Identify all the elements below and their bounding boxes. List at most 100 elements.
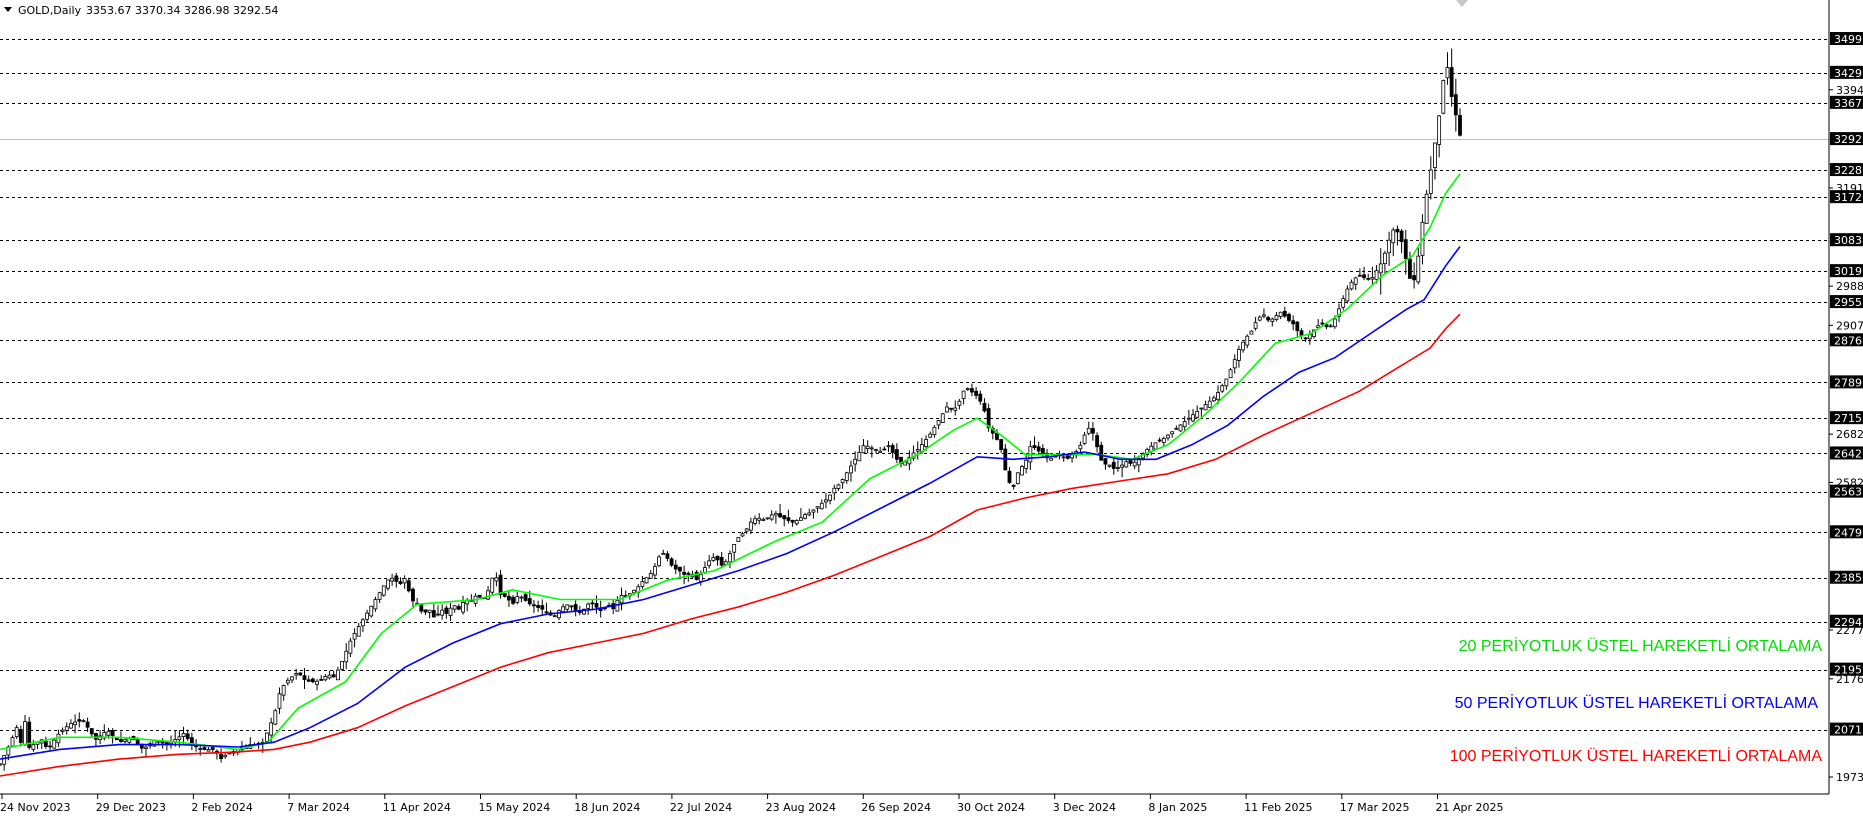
candle-body-217 — [903, 461, 908, 466]
candle-body-29 — [119, 739, 123, 742]
candle-body-267 — [1111, 461, 1116, 469]
candle-body-96 — [398, 581, 403, 584]
candle-body-135 — [561, 606, 566, 612]
time-tick-9: 26 Sep 2024 — [861, 801, 931, 814]
candle-body-228 — [949, 407, 953, 410]
candle-body-176 — [732, 543, 737, 553]
candle-body-265 — [1103, 458, 1108, 465]
candle-body-264 — [1099, 444, 1104, 461]
candle-body-272 — [1132, 461, 1137, 467]
candle-body-64 — [265, 732, 269, 742]
candle-body-282 — [1174, 427, 1179, 430]
candle-body-214 — [890, 445, 895, 453]
candle-body-347 — [1445, 67, 1450, 79]
candle-body-202 — [840, 479, 845, 484]
candle-body-83 — [344, 650, 349, 663]
candle-body-71 — [294, 673, 299, 676]
candle-body-81 — [335, 669, 340, 681]
candle-body-310 — [1291, 320, 1296, 325]
candle-body-13 — [52, 739, 57, 749]
candle-body-195 — [811, 509, 816, 513]
candle-body-299 — [1245, 335, 1250, 346]
candle-body-69 — [285, 679, 290, 684]
candle-body-329 — [1370, 277, 1375, 280]
candle-body-170 — [707, 560, 712, 566]
candle-body-138 — [573, 604, 578, 612]
candle-body-277 — [1153, 442, 1158, 450]
candle-body-70 — [290, 676, 294, 681]
candle-body-297 — [1237, 349, 1241, 361]
candle-body-314 — [1307, 334, 1312, 340]
candle-body-95 — [394, 575, 399, 582]
candle-body-22 — [89, 728, 94, 735]
price-tag-19: 2563 — [1834, 486, 1862, 499]
candle-body-129 — [536, 605, 541, 608]
candle-body-152 — [632, 589, 636, 594]
candle-body-19 — [77, 719, 82, 722]
candle-body-279 — [1161, 438, 1166, 443]
candle-body-158 — [657, 556, 661, 567]
candle-body-278 — [1157, 439, 1162, 442]
candle-body-320 — [1332, 318, 1337, 328]
candle-body-302 — [1257, 316, 1262, 321]
candle-body-98 — [406, 580, 411, 592]
candle-body-122 — [507, 595, 511, 601]
candle-body-270 — [1124, 461, 1129, 468]
candle-body-255 — [1061, 456, 1066, 459]
candle-body-317 — [1320, 322, 1325, 325]
candle-body-110 — [456, 606, 461, 610]
candle-body-184 — [765, 517, 770, 520]
price-chart[interactable]: 3499342933943367329232283191317230833019… — [0, 0, 1863, 818]
candle-body-89 — [369, 605, 374, 617]
candle-body-287 — [1195, 410, 1200, 418]
candle-body-312 — [1299, 330, 1304, 336]
candle-body-348 — [1449, 67, 1454, 97]
candle-body-330 — [1374, 270, 1379, 280]
candle-body-263 — [1095, 435, 1099, 448]
candle-body-191 — [794, 520, 799, 525]
time-tick-11: 3 Dec 2024 — [1053, 801, 1116, 814]
candle-body-300 — [1249, 330, 1254, 335]
candle-body-305 — [1270, 318, 1275, 322]
candle-body-93 — [386, 579, 390, 589]
price-tick-25: 2176 — [1836, 673, 1863, 686]
candle-body-66 — [273, 710, 278, 725]
price-tag-26: 2071 — [1834, 724, 1862, 737]
candle-body-0 — [0, 763, 2, 766]
candle-body-131 — [544, 611, 549, 614]
candle-body-23 — [94, 733, 98, 740]
candle-body-262 — [1091, 428, 1095, 434]
time-tick-15: 21 Apr 2025 — [1436, 801, 1504, 814]
candle-body-156 — [648, 572, 653, 579]
price-tick-2: 3394 — [1836, 84, 1863, 97]
candle-body-290 — [1207, 400, 1212, 408]
candle-body-99 — [411, 588, 415, 602]
price-tag-3: 3367 — [1834, 97, 1862, 110]
candle-body-259 — [1078, 444, 1083, 450]
candle-body-291 — [1211, 397, 1216, 402]
candle-body-342 — [1424, 193, 1429, 224]
candle-body-173 — [719, 556, 724, 566]
candle-body-198 — [824, 499, 828, 503]
candle-body-18 — [73, 721, 77, 726]
candle-body-143 — [594, 603, 599, 608]
candle-body-212 — [882, 448, 887, 451]
candle-body-229 — [953, 407, 958, 411]
time-tick-3: 7 Mar 2024 — [287, 801, 350, 814]
candle-body-44 — [181, 733, 186, 737]
candle-body-171 — [711, 557, 716, 561]
candle-body-227 — [945, 406, 949, 413]
time-tick-7: 22 Jul 2024 — [670, 801, 732, 814]
candle-body-313 — [1303, 337, 1308, 340]
candle-body-336 — [1399, 230, 1404, 243]
candle-body-188 — [782, 515, 787, 520]
candle-body-35 — [144, 746, 148, 749]
candle-body-75 — [310, 678, 315, 683]
candle-body-111 — [461, 602, 465, 613]
candle-body-206 — [857, 452, 862, 462]
candle-body-294 — [1224, 378, 1229, 387]
candle-body-260 — [1082, 434, 1087, 444]
legend-ema-50: 50 PERİYOTLUK ÜSTEL HAREKETLİ ORTALAMA — [1455, 693, 1819, 712]
candle-body-160 — [665, 553, 670, 559]
candle-body-157 — [653, 566, 657, 576]
